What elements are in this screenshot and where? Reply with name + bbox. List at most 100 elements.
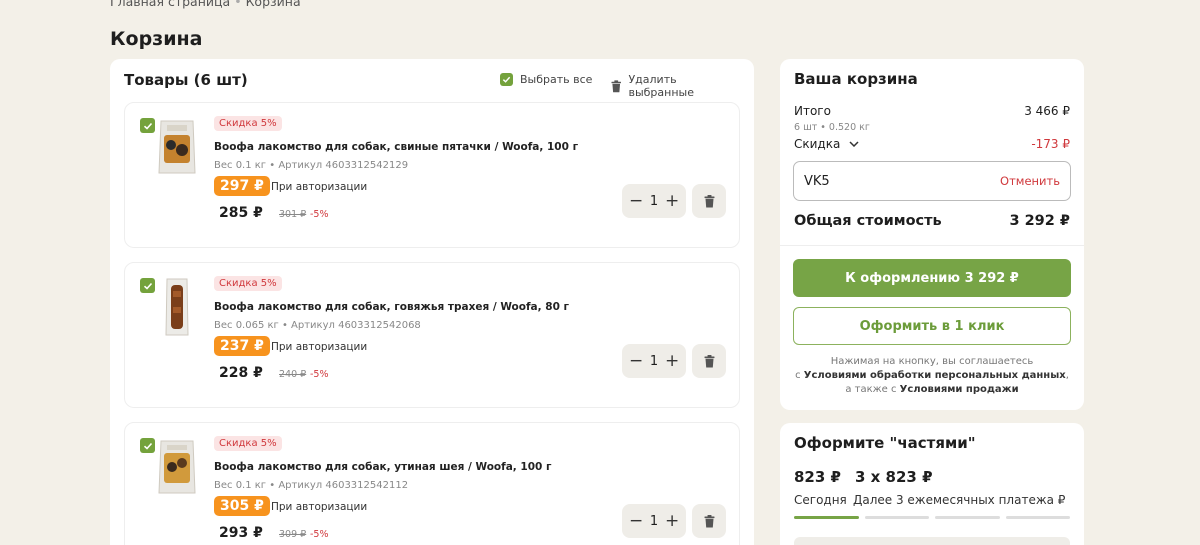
trash-icon: [704, 514, 714, 527]
product-name-link[interactable]: Воофа лакомство для собак, свиные пятачк…: [214, 141, 578, 153]
discount-badge: Скидка 5%: [214, 436, 282, 451]
auth-price-badge: 305 ₽: [214, 496, 270, 516]
discount-toggle[interactable]: Скидка: [794, 137, 859, 151]
installment-segment: [864, 516, 929, 519]
privacy-terms-link[interactable]: Условиями обработки персональных данных: [804, 370, 1066, 381]
installment-progress: [794, 516, 1070, 519]
terms-notice: Нажимая на кнопку, вы соглашаетесь с Усл…: [794, 355, 1070, 397]
current-price: 285 ₽: [219, 205, 263, 221]
quantity-value: 1: [649, 193, 659, 209]
product-meta: Вес 0.1 кг • Артикул 4603312542129: [214, 160, 409, 171]
auth-price-badge: 237 ₽: [214, 336, 270, 356]
item-checkbox[interactable]: [140, 118, 155, 133]
old-price: 309 ₽: [279, 529, 307, 540]
cart-item: Скидка 5% Воофа лакомство для собак, гов…: [124, 262, 740, 408]
later-label: Далее 3 ежемесячных платежа ₽: [853, 493, 1066, 507]
discount-percent: -5%: [310, 529, 329, 540]
auth-price-note: При авторизации: [271, 341, 368, 353]
today-amount: 823 ₽: [794, 468, 841, 486]
breadcrumb: Главная страница • Корзина: [110, 0, 301, 9]
promo-cancel-link[interactable]: Отменить: [1000, 174, 1060, 188]
quantity-value: 1: [649, 513, 659, 529]
trash-icon: [704, 194, 714, 207]
cart-items-title: Товары (6 шт): [124, 71, 248, 89]
select-all-label: Выбрать все: [520, 73, 593, 86]
total-label: Общая стоимость: [794, 213, 942, 229]
plus-icon[interactable]: +: [665, 351, 679, 371]
product-name-link[interactable]: Воофа лакомство для собак, говяжья трахе…: [214, 301, 569, 313]
item-checkbox[interactable]: [140, 438, 155, 453]
product-meta: Вес 0.1 кг • Артикул 4603312542112: [214, 480, 409, 491]
delete-selected-label: Удалить выбранные: [628, 73, 694, 99]
terms-line-1: Нажимая на кнопку, вы соглашаетесь: [830, 356, 1034, 367]
discount-row: Скидка -173 ₽: [794, 137, 1070, 151]
auth-price-note: При авторизации: [271, 181, 368, 193]
discount-badge: Скидка 5%: [214, 276, 282, 291]
later-amount: 3 x 823 ₽: [855, 468, 933, 486]
auth-price-note: При авторизации: [271, 501, 368, 513]
promo-code-field[interactable]: VK5 Отменить: [793, 161, 1071, 201]
subtotal-value: 3 466 ₽: [1024, 104, 1070, 118]
minus-icon[interactable]: −: [629, 191, 643, 211]
installment-segment: [935, 516, 1000, 519]
product-meta: Вес 0.065 кг • Артикул 4603312542068: [214, 320, 421, 331]
total-value: 3 292 ₽: [1009, 213, 1070, 229]
minus-icon[interactable]: −: [629, 351, 643, 371]
delete-selected-button[interactable]: Удалить выбранные: [611, 73, 740, 99]
terms-prefix-2: а также с: [845, 384, 900, 395]
installment-segment: [794, 516, 859, 519]
terms-line-2: с Условиями обработки персональных данны…: [794, 369, 1070, 383]
cart-item: Скидка 5% Воофа лакомство для собак, ути…: [124, 422, 740, 545]
quantity-stepper: − 1 +: [622, 344, 686, 378]
divider: [780, 245, 1084, 246]
plus-icon[interactable]: +: [665, 191, 679, 211]
total-row: Общая стоимость 3 292 ₽: [794, 213, 1070, 229]
one-click-order-button[interactable]: Оформить в 1 клик: [793, 307, 1071, 345]
cart-header: Товары (6 шт) Выбрать все Удалить выбран…: [124, 71, 740, 99]
current-price: 228 ₽: [219, 365, 263, 381]
product-image[interactable]: [155, 117, 199, 177]
quantity-stepper: − 1 +: [622, 184, 686, 218]
subtotal-label: Итого: [794, 104, 831, 118]
quantity-value: 1: [649, 353, 659, 369]
today-label: Сегодня: [794, 493, 847, 507]
cart-item: Скидка 5% Воофа лакомство для собак, сви…: [124, 102, 740, 248]
delete-item-button[interactable]: [692, 184, 726, 218]
subtotal-row: Итого 3 466 ₽: [794, 104, 1070, 118]
discount-badge: Скидка 5%: [214, 116, 282, 131]
breadcrumb-current: Корзина: [245, 0, 301, 9]
checkout-button[interactable]: К оформлению 3 292 ₽: [793, 259, 1071, 297]
sale-terms-link[interactable]: Условиями продажи: [900, 384, 1019, 395]
installment-button[interactable]: [794, 537, 1070, 545]
delete-item-button[interactable]: [692, 344, 726, 378]
terms-line-3: а также с Условиями продажи: [794, 383, 1070, 397]
terms-prefix: с: [795, 370, 804, 381]
breadcrumb-home-link[interactable]: Главная страница: [110, 0, 230, 9]
item-checkbox[interactable]: [140, 278, 155, 293]
trash-icon: [704, 354, 714, 367]
terms-comma: ,: [1065, 370, 1069, 381]
auth-price-badge: 297 ₽: [214, 176, 270, 196]
product-name-link[interactable]: Воофа лакомство для собак, утиная шея / …: [214, 461, 551, 473]
installments-panel: Оформите "частями" 823 ₽ 3 x 823 ₽ Сегод…: [780, 423, 1084, 545]
promo-code-value: VK5: [804, 173, 830, 189]
product-image[interactable]: [155, 437, 199, 497]
page-title: Корзина: [110, 28, 203, 50]
delete-item-button[interactable]: [692, 504, 726, 538]
trash-icon: [611, 79, 621, 92]
breadcrumb-separator: •: [234, 0, 242, 9]
cart-panel: Товары (6 шт) Выбрать все Удалить выбран…: [110, 59, 754, 545]
subtotal-details: 6 шт • 0.520 кг: [794, 122, 870, 133]
installments-title: Оформите "частями": [794, 434, 976, 452]
checkbox-checked-icon: [500, 73, 513, 86]
quantity-stepper: − 1 +: [622, 504, 686, 538]
plus-icon[interactable]: +: [665, 511, 679, 531]
minus-icon[interactable]: −: [629, 511, 643, 531]
order-summary-panel: Ваша корзина Итого 3 466 ₽ 6 шт • 0.520 …: [780, 59, 1084, 410]
current-price: 293 ₽: [219, 525, 263, 541]
old-price: 240 ₽: [279, 369, 307, 380]
select-all-checkbox[interactable]: Выбрать все: [500, 73, 592, 86]
discount-value: -173 ₽: [1031, 137, 1070, 151]
product-image[interactable]: [155, 277, 199, 337]
summary-title: Ваша корзина: [794, 70, 918, 88]
